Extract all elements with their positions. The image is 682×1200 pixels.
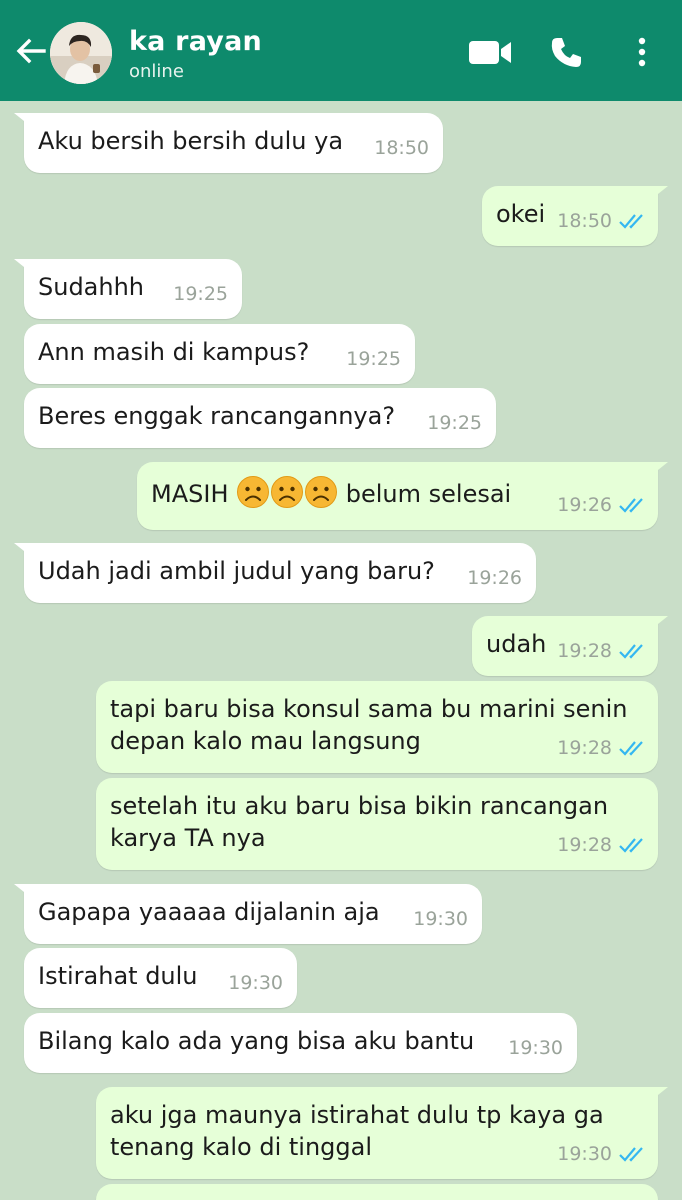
bubble-tail (648, 186, 668, 202)
message-meta: 18:50 (557, 205, 646, 237)
back-arrow-icon[interactable] (12, 34, 48, 70)
message-meta: 19:26 (557, 489, 646, 521)
message-time: 19:28 (557, 737, 612, 759)
message-meta: 19:28 (557, 732, 646, 764)
frowning-face-emoji-icon (271, 476, 304, 508)
message-text: Beres enggak rancangannya? (38, 402, 396, 430)
incoming-message[interactable]: Istirahat dulu 19:30 (24, 948, 297, 1008)
message-meta: 19:30 (228, 967, 283, 999)
message-text: Sudahhh (38, 273, 145, 301)
bubble-tail (14, 113, 34, 129)
message-time: 19:25 (427, 412, 482, 434)
message-time: 19:25 (346, 348, 401, 370)
message-meta: 19:30 (413, 903, 468, 935)
message-text: okei (496, 200, 546, 228)
message-time: 19:30 (508, 1037, 563, 1059)
message-text: tapi baru bisa konsul sama bu marini sen… (110, 695, 628, 755)
video-call-icon[interactable] (466, 34, 514, 70)
incoming-message[interactable]: Udah jadi ambil judul yang baru? 19:26 (14, 543, 536, 603)
message-meta: 18:50 (374, 132, 429, 164)
frowning-face-emoji-icon (237, 476, 270, 508)
outgoing-message[interactable]: udah 19:28 (472, 616, 668, 676)
message-time: 18:50 (557, 210, 612, 232)
bubble-tail (648, 462, 668, 478)
message-meta: 19:25 (346, 343, 401, 375)
bubble-tail (14, 884, 34, 900)
outgoing-message[interactable]: MASIH belum selesai 19:26 (137, 462, 668, 530)
chat-header: ka rayan online (0, 0, 682, 101)
outgoing-message[interactable]: okei 18:50 (482, 186, 668, 246)
incoming-message[interactable]: Gapapa yaaaaa dijalanin aja 19:30 (14, 884, 482, 944)
read-receipt-icon (619, 838, 643, 853)
message-time: 19:30 (557, 1143, 612, 1165)
incoming-message[interactable]: Beres enggak rancangannya? 19:25 (24, 388, 496, 448)
read-receipt-icon (619, 1147, 643, 1162)
message-text: Aku bersih bersih dulu ya (38, 127, 344, 155)
frowning-face-emoji-icon (305, 476, 338, 508)
message-time: 19:28 (557, 640, 612, 662)
incoming-message[interactable]: Ann masih di kampus? 19:25 (24, 324, 415, 384)
read-receipt-icon (619, 214, 643, 229)
incoming-message[interactable]: Bilang kalo ada yang bisa aku bantu 19:30 (24, 1013, 577, 1073)
read-receipt-icon (619, 644, 643, 659)
message-meta: 19:25 (427, 407, 482, 439)
incoming-message[interactable]: Sudahhh 19:25 (14, 259, 242, 319)
message-text: Bilang kalo ada yang bisa aku bantu (38, 1027, 475, 1055)
bubble-tail (648, 616, 668, 632)
message-text-after: belum selesai (338, 480, 512, 508)
message-time: 19:28 (557, 834, 612, 856)
message-time: 19:26 (467, 567, 522, 589)
outgoing-message[interactable]: setelah itu aku baru bisa bikin rancanga… (96, 778, 658, 870)
bubble-tail (14, 543, 34, 559)
contact-status: online (129, 61, 184, 82)
message-text: Gapapa yaaaaa dijalanin aja (38, 898, 380, 926)
message-time: 19:30 (228, 972, 283, 994)
bubble-tail (14, 259, 34, 275)
contact-name[interactable]: ka rayan (129, 26, 262, 57)
message-text-before: MASIH (151, 480, 237, 508)
incoming-message[interactable]: Aku bersih bersih dulu ya 18:50 (14, 113, 443, 173)
message-meta: 19:28 (557, 829, 646, 861)
message-time: 19:26 (557, 494, 612, 516)
message-meta: 19:26 (467, 562, 522, 594)
message-text: Ann masih di kampus? (38, 338, 310, 366)
outgoing-message[interactable]: tapi baru bisa konsul sama bu marini sen… (96, 681, 658, 773)
phone-icon[interactable] (548, 34, 584, 70)
read-receipt-icon (619, 741, 643, 756)
bubble-tail (648, 1087, 668, 1103)
outgoing-message[interactable]: aku jga maunya istirahat dulu tp kaya ga… (96, 1087, 668, 1179)
message-text: setelah itu aku baru bisa bikin rancanga… (110, 792, 609, 852)
message-time: 19:25 (173, 283, 228, 305)
message-time: 18:50 (374, 137, 429, 159)
message-meta: 19:28 (557, 635, 646, 667)
message-text: aku jga maunya istirahat dulu tp kaya ga… (110, 1101, 604, 1161)
avatar[interactable] (50, 22, 112, 84)
message-text: Udah jadi ambil judul yang baru? (38, 557, 435, 585)
message-meta: 19:25 (173, 278, 228, 310)
message-text: MASIH belum selesai (151, 476, 512, 510)
message-meta: 19:30 (557, 1138, 646, 1170)
message-text: Istirahat dulu (38, 962, 198, 990)
message-meta: 19:30 (508, 1032, 563, 1064)
outgoing-message-partial[interactable] (96, 1184, 658, 1200)
message-time: 19:30 (413, 908, 468, 930)
more-vert-icon[interactable] (632, 34, 652, 70)
message-text: udah (486, 630, 547, 658)
read-receipt-icon (619, 498, 643, 513)
